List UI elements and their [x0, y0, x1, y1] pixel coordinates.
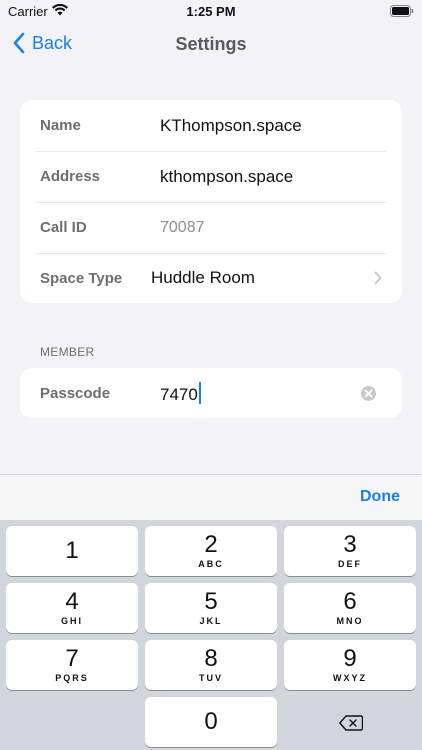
key-5[interactable]: 5 JKL	[145, 583, 277, 633]
key-digit: 7	[65, 645, 79, 672]
key-3[interactable]: 3 DEF	[284, 526, 416, 576]
chevron-right-icon	[374, 271, 382, 285]
space-settings-card: Name KThompson.space Address kthompson.s…	[20, 100, 402, 303]
key-digit: 4	[65, 588, 79, 615]
number-keypad: 1 2 ABC 3 DEF 4 GHI 5 JKL 6 MNO 7 PQRS 8…	[0, 520, 422, 750]
status-bar: Carrier 1:25 PM	[0, 0, 422, 24]
passcode-field[interactable]: 7470	[160, 381, 201, 405]
key-letters: PQRS	[55, 673, 89, 683]
key-digit: 2	[204, 531, 218, 558]
address-field[interactable]: kthompson.space	[160, 167, 293, 187]
call-id-row[interactable]: Call ID 70087	[36, 202, 402, 253]
key-digit: 0	[204, 708, 218, 735]
member-section-header: MEMBER	[40, 345, 95, 359]
passcode-row[interactable]: Passcode 7470	[36, 368, 402, 418]
key-digit: 3	[343, 531, 357, 558]
key-2[interactable]: 2 ABC	[145, 526, 277, 576]
key-6[interactable]: 6 MNO	[284, 583, 416, 633]
text-cursor	[198, 381, 201, 404]
key-digit: 9	[343, 645, 357, 672]
key-0[interactable]: 0	[145, 697, 277, 747]
status-time: 1:25 PM	[186, 4, 236, 19]
name-field[interactable]: KThompson.space	[160, 116, 302, 136]
address-row[interactable]: Address kthompson.space	[36, 151, 402, 202]
page-title: Settings	[175, 34, 247, 54]
call-id-label: Call ID	[40, 219, 87, 236]
keyboard-toolbar: Done	[0, 474, 422, 520]
passcode-label: Passcode	[40, 384, 111, 402]
key-digit: 8	[204, 645, 218, 672]
battery-icon	[390, 5, 414, 17]
space-type-label: Space Type	[40, 269, 123, 287]
clear-circle-icon	[364, 389, 373, 398]
passcode-value: 7470	[160, 384, 198, 404]
key-4[interactable]: 4 GHI	[6, 583, 138, 633]
space-type-value: Huddle Room	[151, 268, 255, 287]
delete-key[interactable]	[284, 697, 416, 747]
call-id-field[interactable]: 70087	[160, 219, 205, 237]
key-letters: JKL	[199, 616, 223, 626]
key-letters: WXYZ	[333, 673, 367, 683]
key-8[interactable]: 8 TUV	[145, 640, 277, 690]
key-7[interactable]: 7 PQRS	[6, 640, 138, 690]
key-digit: 6	[343, 588, 357, 615]
name-row[interactable]: Name KThompson.space	[36, 100, 402, 151]
key-1[interactable]: 1	[6, 526, 138, 576]
key-letters: TUV	[199, 673, 223, 683]
address-label: Address	[40, 168, 101, 185]
key-digit: 1	[65, 537, 79, 564]
key-letters: ABC	[198, 559, 224, 569]
key-letters: MNO	[336, 616, 364, 626]
space-type-row[interactable]: Space Type Huddle Room	[36, 253, 402, 303]
member-card: Passcode 7470	[20, 368, 402, 418]
clear-button[interactable]	[361, 386, 376, 401]
name-label: Name	[40, 117, 81, 134]
key-letters: GHI	[60, 616, 83, 626]
navigation-bar: Back Settings	[0, 24, 422, 64]
key-digit: 5	[204, 588, 218, 615]
key-9[interactable]: 9 WXYZ	[284, 640, 416, 690]
done-button[interactable]: Done	[360, 488, 400, 506]
backspace-icon	[339, 715, 363, 731]
key-letters: DEF	[338, 559, 362, 569]
